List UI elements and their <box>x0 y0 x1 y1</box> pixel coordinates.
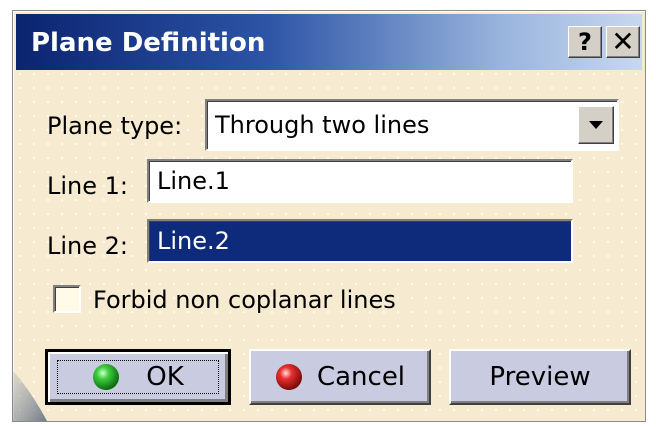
cancel-button[interactable]: Cancel <box>249 349 431 405</box>
plane-type-select[interactable]: Through two lines <box>205 99 619 151</box>
close-button[interactable]: ✕ <box>606 26 640 58</box>
forbid-coplanar-checkbox[interactable] <box>53 285 81 313</box>
title-bar[interactable]: Plane Definition ? ✕ <box>16 14 642 70</box>
plane-type-label: Plane type: <box>47 112 183 140</box>
red-ball-icon <box>275 364 302 390</box>
focus-rect <box>57 360 219 394</box>
dialog-title: Plane Definition <box>31 28 266 58</box>
help-button[interactable]: ? <box>568 26 602 58</box>
cancel-label: Cancel <box>316 362 406 392</box>
preview-label: Preview <box>489 362 591 392</box>
line2-value: Line.2 <box>157 227 230 255</box>
plane-type-value: Through two lines <box>215 111 430 139</box>
line2-label: Line 2: <box>47 232 128 260</box>
plane-definition-dialog: Plane Definition ? ✕ Plane type: Through… <box>12 10 646 422</box>
preview-button[interactable]: Preview <box>449 349 631 405</box>
dropdown-button[interactable] <box>578 106 614 144</box>
line1-value: Line.1 <box>157 167 230 195</box>
line2-field[interactable]: Line.2 <box>147 219 573 263</box>
line1-field[interactable]: Line.1 <box>147 159 573 203</box>
help-icon: ? <box>578 28 592 56</box>
close-icon: ✕ <box>611 25 635 58</box>
dropdown-arrow-icon <box>589 121 603 129</box>
background-decoration <box>13 371 47 421</box>
ok-button[interactable]: OK <box>45 349 231 405</box>
line1-label: Line 1: <box>47 172 128 200</box>
forbid-coplanar-label[interactable]: Forbid non coplanar lines <box>93 285 396 315</box>
